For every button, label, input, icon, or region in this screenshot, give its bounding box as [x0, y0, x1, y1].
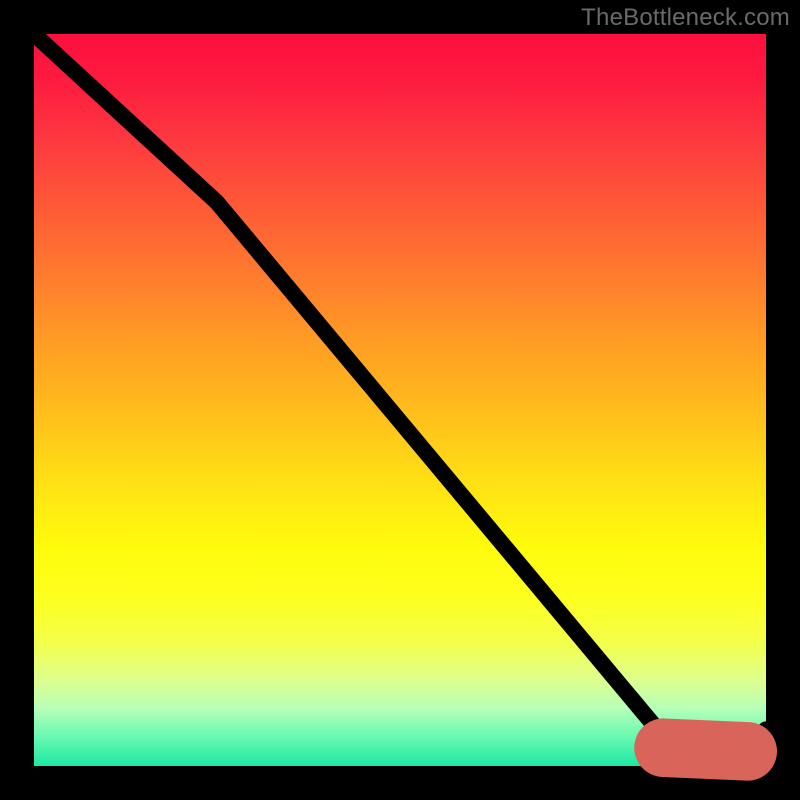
- plot-area: [34, 34, 766, 766]
- curve-svg: [34, 34, 766, 766]
- chart-stage: TheBottleneck.com: [0, 0, 800, 800]
- bottleneck-curve: [34, 34, 766, 759]
- watermark-text: TheBottleneck.com: [581, 4, 790, 32]
- dashed-end-dot: [739, 743, 757, 761]
- dashed-flat-segment: [664, 748, 748, 752]
